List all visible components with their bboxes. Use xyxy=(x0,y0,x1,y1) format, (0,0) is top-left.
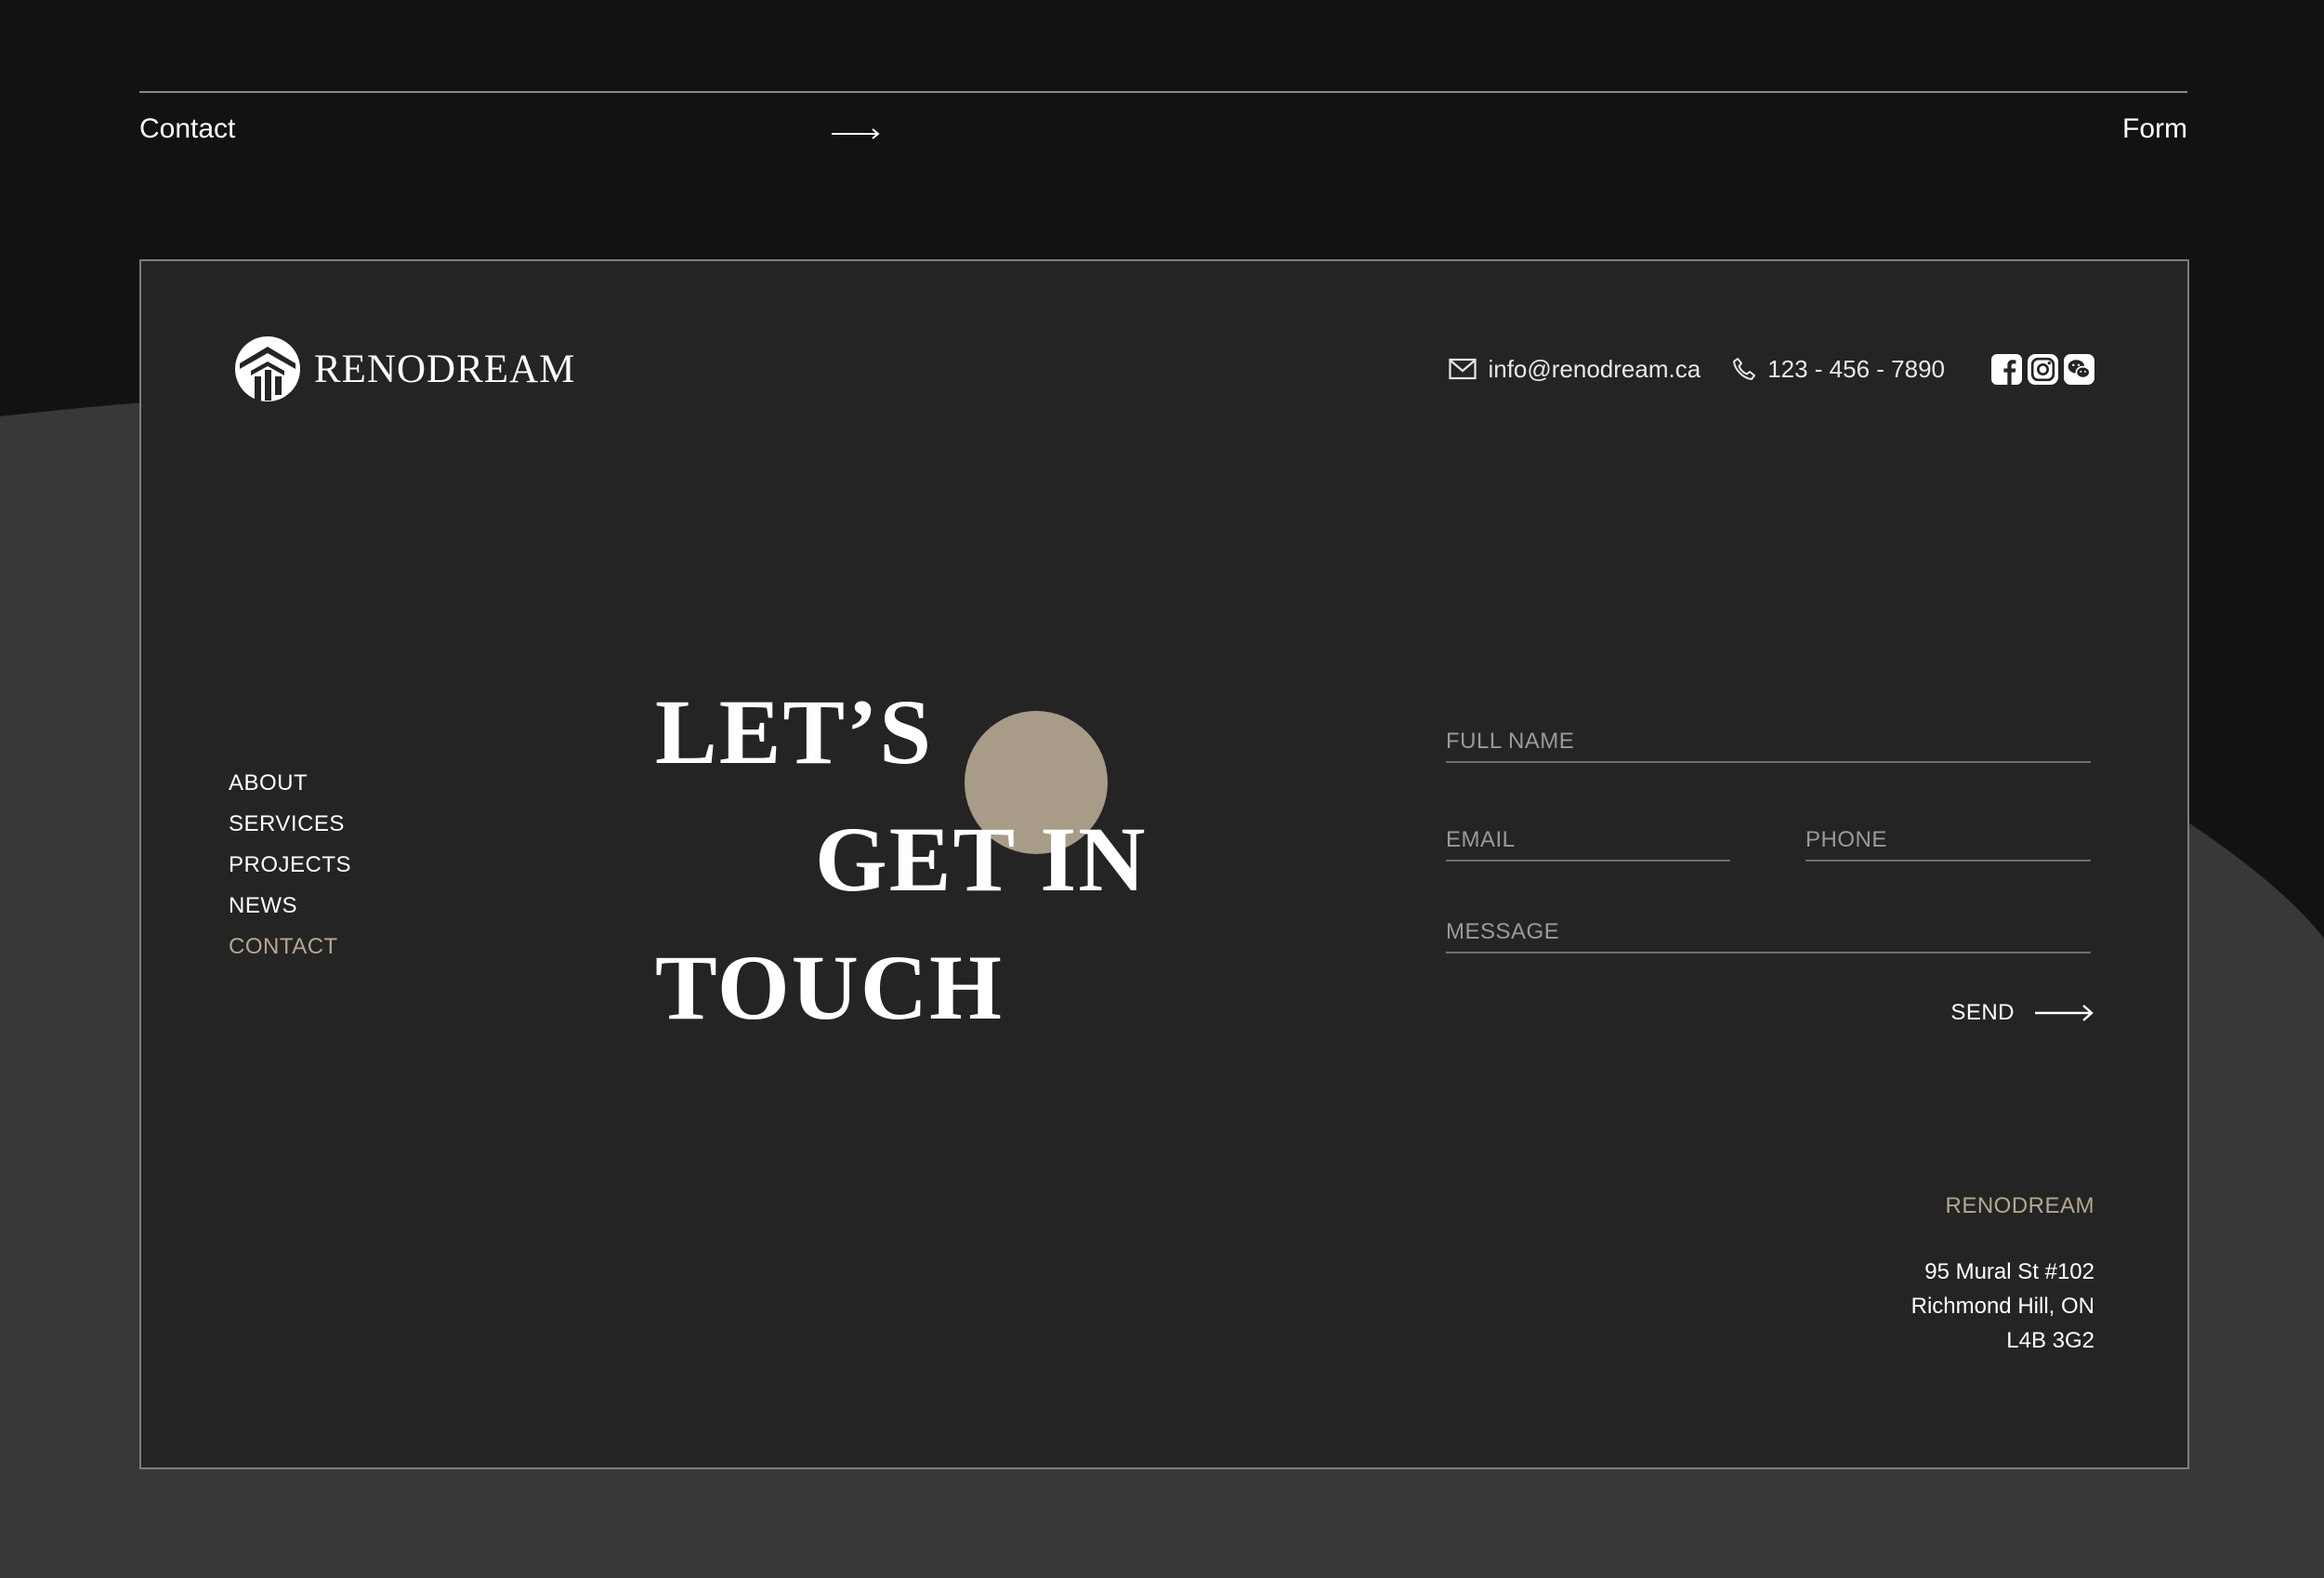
arrow-right-icon xyxy=(2035,1005,2094,1021)
phone-icon xyxy=(1733,358,1756,380)
phone-field xyxy=(1805,822,2091,861)
contact-bar: info@renodream.ca 123 - 456 - 7890 xyxy=(1449,348,2094,389)
main-nav: ABOUT SERVICES PROJECTS NEWS CONTACT xyxy=(229,763,351,967)
facebook-icon[interactable] xyxy=(1991,353,2022,385)
arrow-right-icon xyxy=(832,128,880,139)
send-button[interactable]: SEND xyxy=(1950,1000,2094,1026)
phone-input[interactable] xyxy=(1805,822,2091,858)
address-company: RENODREAM xyxy=(1945,1193,2094,1218)
instagram-icon[interactable] xyxy=(2028,353,2058,385)
mail-icon xyxy=(1449,358,1477,380)
address-postal: L4B 3G2 xyxy=(2006,1328,2094,1353)
email-input[interactable] xyxy=(1446,822,1730,858)
phone-link[interactable]: 123 - 456 - 7890 xyxy=(1732,355,1945,384)
headline: LET’S GET IN TOUCH xyxy=(141,261,2187,1467)
nav-item-about[interactable]: ABOUT xyxy=(229,763,351,804)
nav-item-contact[interactable]: CONTACT xyxy=(229,927,351,967)
contact-panel: RENODREAM info@renodream.ca 123 - 456 - … xyxy=(139,259,2189,1469)
breadcrumb-form: Form xyxy=(2122,113,2187,144)
renodream-logo-icon xyxy=(235,336,300,401)
address-block: RENODREAM 95 Mural St #102 Richmond Hill… xyxy=(1911,1193,2094,1358)
top-bar: Contact Form xyxy=(139,91,2187,165)
headline-line-2: GET IN xyxy=(815,808,1148,911)
wechat-icon[interactable] xyxy=(2064,353,2094,385)
email-text: info@renodream.ca xyxy=(1488,354,1701,383)
logo[interactable]: RENODREAM xyxy=(234,335,575,402)
nav-item-projects[interactable]: PROJECTS xyxy=(229,845,351,886)
breadcrumb-contact: Contact xyxy=(139,113,236,144)
address-city: Richmond Hill, ON xyxy=(1910,1294,2094,1319)
message-field xyxy=(1446,914,2091,953)
message-input[interactable] xyxy=(1446,914,2091,950)
email-field xyxy=(1446,822,1730,861)
headline-line-1: LET’S xyxy=(655,680,934,783)
accent-circle xyxy=(965,711,1108,854)
address-street: 95 Mural St #102 xyxy=(1924,1259,2094,1284)
brand-name: RENODREAM xyxy=(314,347,576,391)
nav-item-news[interactable]: NEWS xyxy=(229,886,351,927)
phone-text: 123 - 456 - 7890 xyxy=(1767,354,1945,383)
full-name-field xyxy=(1446,724,2091,763)
headline-line-3: TOUCH xyxy=(655,936,1004,1039)
social-links xyxy=(1986,353,2094,385)
top-divider xyxy=(139,91,2187,93)
full-name-input[interactable] xyxy=(1446,724,2091,759)
send-label: SEND xyxy=(1950,1000,2015,1025)
nav-item-services[interactable]: SERVICES xyxy=(229,804,351,845)
email-link[interactable]: info@renodream.ca xyxy=(1449,355,1700,384)
